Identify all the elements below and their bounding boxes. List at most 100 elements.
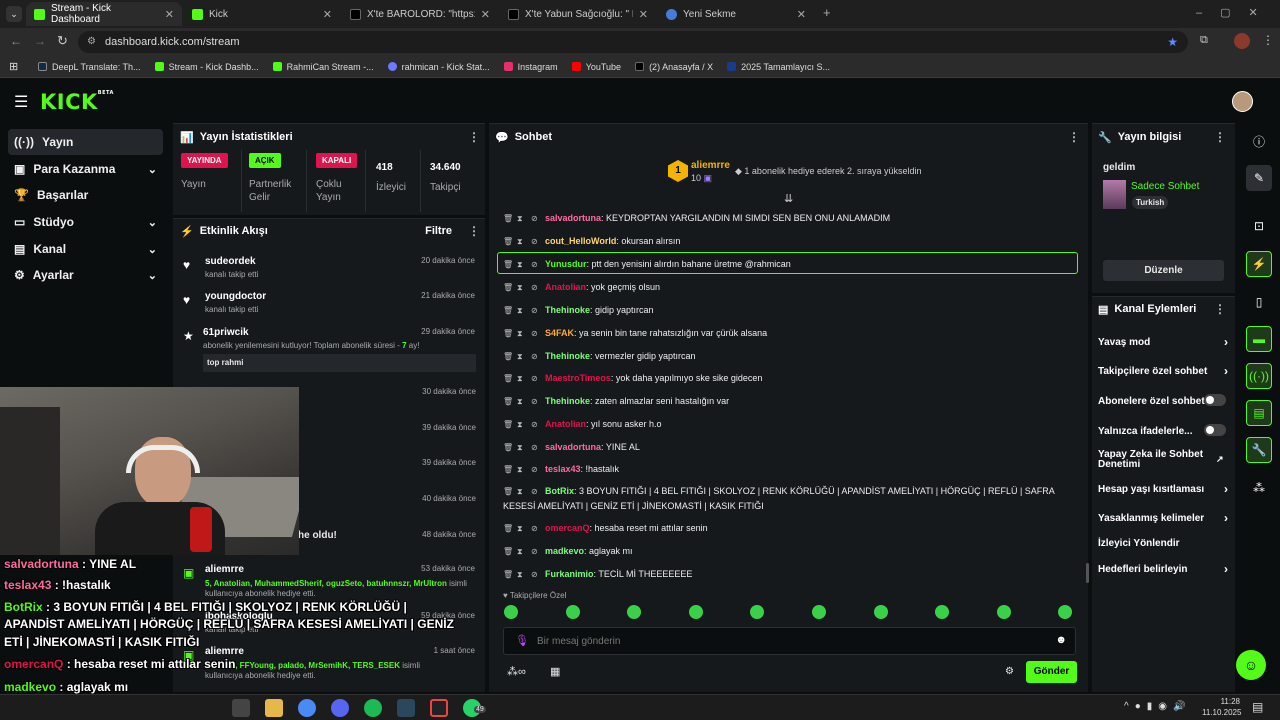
apps-icon[interactable]: ⊞ xyxy=(9,60,18,73)
action-banned-words[interactable]: Yasaklanmış kelimeler › xyxy=(1098,511,1228,525)
timeout-icon[interactable]: ⧗ xyxy=(517,327,525,341)
action-raid[interactable]: İzleyici Yönlendir xyxy=(1098,538,1228,549)
chat-username[interactable]: Anatolian xyxy=(545,419,586,429)
ban-icon[interactable]: ⊘ xyxy=(531,281,539,295)
pinned-user[interactable]: aliemrre xyxy=(691,160,730,171)
ban-icon[interactable]: ⊘ xyxy=(531,372,539,386)
url-field[interactable]: ⚙ dashboard.kick.com/stream ★ xyxy=(78,31,1188,53)
tab-x-barolord[interactable]: X'te BAROLORD: "https://t.co/w ✕ xyxy=(342,2,498,26)
edit-icon[interactable]: ✎ xyxy=(1246,165,1272,191)
reload-icon[interactable]: ↻ xyxy=(57,33,68,49)
tab-stream-dashboard[interactable]: Stream - Kick Dashboard ✕ xyxy=(26,2,182,26)
obs-icon[interactable] xyxy=(430,699,448,717)
sidebar-item-ayarlar[interactable]: ⚙ Ayarlar ⌄ xyxy=(8,262,163,288)
system-tray[interactable]: ^●▮◉🔊 xyxy=(1124,701,1191,712)
emote-icon[interactable] xyxy=(996,605,1011,619)
window-controls[interactable]: –▢✕ xyxy=(1196,6,1276,19)
sidebar-item-basarilar[interactable]: 🏆 Başarılar xyxy=(8,182,163,208)
delete-icon[interactable]: 🗑 xyxy=(503,485,513,499)
chat-username[interactable]: Thehinoke xyxy=(545,305,590,315)
chat-username[interactable]: salvadortuna xyxy=(545,213,601,223)
close-icon[interactable]: ✕ xyxy=(323,8,332,21)
close-icon[interactable]: ✕ xyxy=(481,8,490,21)
ban-icon[interactable]: ⊘ xyxy=(531,441,539,455)
more-icon[interactable]: ⋮ xyxy=(1068,130,1080,144)
sidebar-item-para-kazanma[interactable]: ▣ Para Kazanma ⌄ xyxy=(8,156,163,182)
toggle-switch[interactable] xyxy=(1204,424,1226,436)
file-explorer-icon[interactable] xyxy=(265,699,283,717)
delete-icon[interactable]: 🗑 xyxy=(503,281,513,295)
tab-search-icon[interactable]: ⌄ xyxy=(6,6,22,22)
discord-icon[interactable] xyxy=(331,699,349,717)
timeout-icon[interactable]: ⧗ xyxy=(517,304,525,318)
action-account-age[interactable]: Hesap yaşı kısıtlaması › xyxy=(1098,482,1228,496)
send-button[interactable]: Gönder xyxy=(1026,661,1077,683)
tab-kick[interactable]: Kick ✕ xyxy=(184,2,340,26)
info-icon[interactable]: ⓘ xyxy=(1246,128,1272,154)
forward-icon[interactable]: → xyxy=(34,34,46,48)
sidebar-item-studyo[interactable]: ▭ Stüdyo ⌄ xyxy=(8,209,163,235)
delete-icon[interactable]: 🗑 xyxy=(503,212,513,226)
edit-button[interactable]: Düzenle xyxy=(1103,260,1224,281)
delete-icon[interactable]: 🗑 xyxy=(503,372,513,386)
bookmark-kick-dashboard[interactable]: Stream - Kick Dashb... xyxy=(154,62,259,72)
mic-icon[interactable]: 🎙 xyxy=(515,634,529,647)
chat-username[interactable]: teslax43 xyxy=(545,464,581,474)
delete-icon[interactable]: 🗑 xyxy=(503,350,513,364)
hamburger-icon[interactable]: ☰ xyxy=(14,92,28,112)
close-icon[interactable]: ✕ xyxy=(639,8,648,21)
category-thumbnail[interactable] xyxy=(1103,180,1126,209)
more-icon[interactable]: ⋮ xyxy=(468,224,480,238)
event-user[interactable]: 61priwcik xyxy=(203,327,249,338)
timeout-icon[interactable]: ⧗ xyxy=(517,395,525,409)
emote-icon[interactable] xyxy=(873,605,888,619)
timeout-icon[interactable]: ⧗ xyxy=(517,418,525,432)
emoji-icon[interactable]: ☻ xyxy=(1055,634,1067,646)
timeout-icon[interactable]: ⧗ xyxy=(517,485,525,499)
toggle-switch[interactable] xyxy=(1204,394,1226,406)
wrench-icon[interactable]: 🔧 xyxy=(1246,437,1272,463)
ban-icon[interactable]: ⊘ xyxy=(531,327,539,341)
channel-icon[interactable]: ▤ xyxy=(1246,400,1272,426)
timeout-icon[interactable]: ⧗ xyxy=(517,235,525,249)
chat-username[interactable]: MaestroTimeos xyxy=(545,373,611,383)
chat-username[interactable]: Anatolian xyxy=(545,282,586,292)
ban-icon[interactable]: ⊘ xyxy=(531,545,539,559)
close-icon[interactable]: ✕ xyxy=(165,8,174,21)
spotify-icon[interactable] xyxy=(364,699,382,717)
action-goals[interactable]: Hedefleri belirleyin › xyxy=(1098,562,1228,576)
delete-icon[interactable]: 🗑 xyxy=(503,418,513,432)
ban-icon[interactable]: ⊘ xyxy=(531,304,539,318)
chrome-icon[interactable] xyxy=(298,699,316,717)
store-icon[interactable]: ▦ xyxy=(550,665,560,678)
kick-logo[interactable]: KICKBETA xyxy=(40,90,114,114)
support-chat-icon[interactable]: ☺ xyxy=(1236,650,1266,680)
chat-username[interactable]: Thehinoke xyxy=(545,396,590,406)
chat-settings-icon[interactable]: ⚙ xyxy=(1005,666,1014,677)
timeout-icon[interactable]: ⧗ xyxy=(517,522,525,536)
badges-icon[interactable]: ⁂∞ xyxy=(507,665,526,678)
chat-username[interactable]: omercanQ xyxy=(545,523,590,533)
more-icon[interactable]: ⋮ xyxy=(1214,302,1226,316)
ban-icon[interactable]: ⊘ xyxy=(531,350,539,364)
close-icon[interactable]: ✕ xyxy=(797,8,806,21)
timeout-icon[interactable]: ⧗ xyxy=(517,463,525,477)
emote-icon[interactable] xyxy=(504,605,518,619)
chat-username[interactable]: cout_HelloWorld xyxy=(545,236,616,246)
delete-icon[interactable]: 🗑 xyxy=(503,463,513,477)
chat-username[interactable]: madkevo xyxy=(545,546,584,556)
timeout-icon[interactable]: ⧗ xyxy=(517,350,525,364)
delete-icon[interactable]: 🗑 xyxy=(503,568,513,582)
filter-button[interactable]: Filtre xyxy=(425,225,452,237)
ban-icon[interactable]: ⊘ xyxy=(531,485,539,499)
bookmark-star-icon[interactable]: ★ xyxy=(1167,31,1178,53)
event-user[interactable]: youngdoctor xyxy=(205,291,266,302)
menu-icon[interactable]: ⋮ xyxy=(1262,33,1274,47)
more-icon[interactable]: ⋮ xyxy=(1214,130,1226,144)
delete-icon[interactable]: 🗑 xyxy=(503,327,513,341)
chat-username[interactable]: Furkanimio xyxy=(545,569,594,579)
action-followers-only[interactable]: Takipçilere özel sohbet › xyxy=(1098,364,1228,378)
more-icon[interactable]: ⋮ xyxy=(468,130,480,144)
sidebar-item-yayin[interactable]: ((·)) Yayın xyxy=(8,129,163,155)
extensions-icon[interactable]: ⧉ xyxy=(1200,34,1208,47)
